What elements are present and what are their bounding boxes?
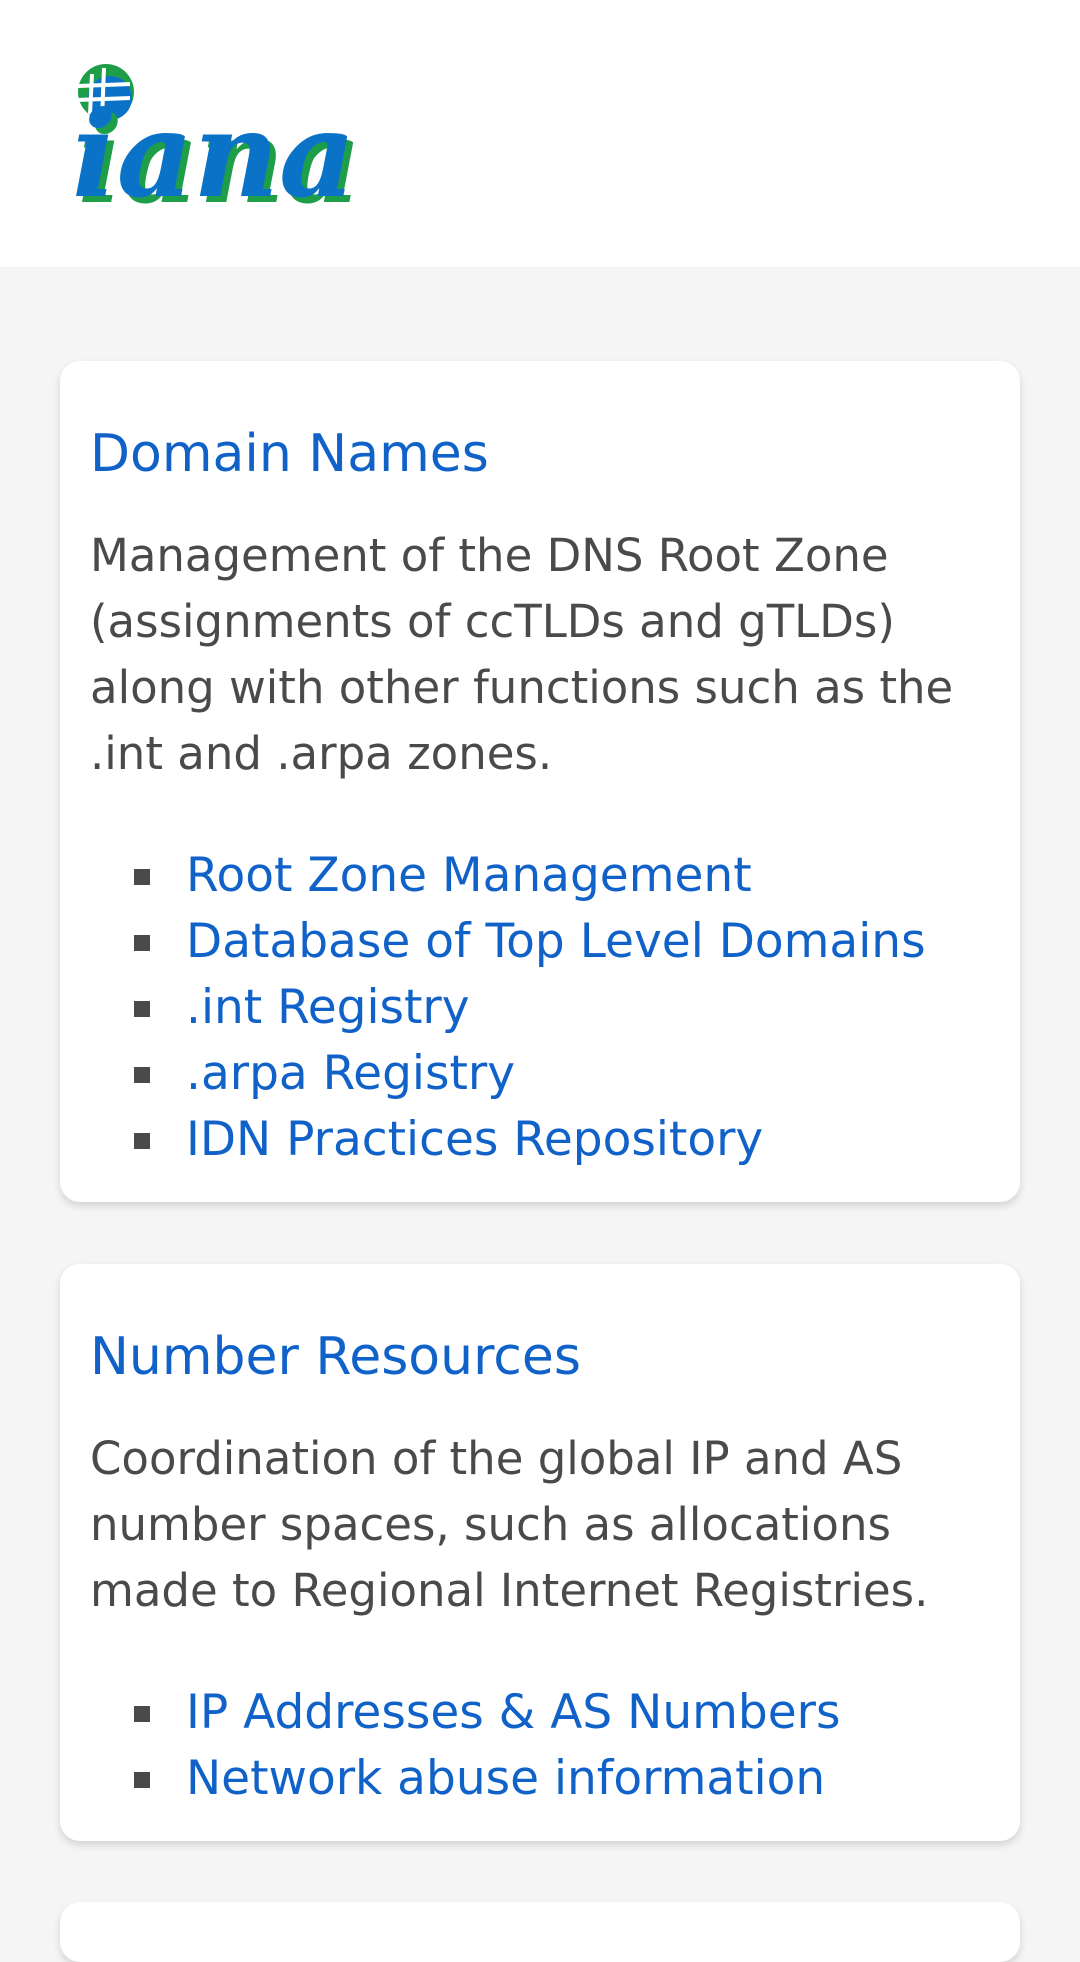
square-bullet-icon	[134, 869, 150, 885]
domain-names-title[interactable]: Domain Names	[90, 423, 489, 485]
square-bullet-icon	[134, 1706, 150, 1722]
iana-logo[interactable]: iana iana	[64, 62, 444, 212]
domain-names-description: Management of the DNS Root Zone (assignm…	[90, 529, 954, 780]
arpa-registry-link[interactable]: .arpa Registry	[186, 1046, 515, 1101]
list-item: .arpa Registry	[90, 1041, 926, 1107]
domain-names-links: Root Zone Management Database of Top Lev…	[90, 843, 926, 1173]
list-item: Network abuse information	[90, 1746, 840, 1812]
int-registry-link[interactable]: .int Registry	[186, 980, 470, 1035]
site-header: iana iana	[0, 0, 1080, 267]
square-bullet-icon	[134, 1772, 150, 1788]
square-bullet-icon	[134, 1001, 150, 1017]
tld-database-link[interactable]: Database of Top Level Domains	[186, 914, 926, 969]
square-bullet-icon	[134, 935, 150, 951]
number-resources-title[interactable]: Number Resources	[90, 1326, 581, 1388]
list-item: Database of Top Level Domains	[90, 909, 926, 975]
list-item: .int Registry	[90, 975, 926, 1041]
root-zone-management-link[interactable]: Root Zone Management	[186, 848, 752, 903]
list-item: IDN Practices Repository	[90, 1107, 926, 1173]
domain-names-card: Domain Names Management of the DNS Root …	[60, 361, 1020, 1202]
logo-wordmark: iana iana	[72, 85, 362, 212]
svg-text:iana: iana	[72, 85, 356, 212]
list-item: Root Zone Management	[90, 843, 926, 909]
number-resources-description: Coordination of the global IP and AS num…	[90, 1432, 929, 1617]
list-item: IP Addresses & AS Numbers	[90, 1680, 840, 1746]
next-section-card	[60, 1902, 1020, 1962]
idn-practices-link[interactable]: IDN Practices Repository	[186, 1112, 763, 1167]
network-abuse-link[interactable]: Network abuse information	[186, 1751, 825, 1806]
number-resources-links: IP Addresses & AS Numbers Network abuse …	[90, 1680, 840, 1812]
square-bullet-icon	[134, 1133, 150, 1149]
square-bullet-icon	[134, 1067, 150, 1083]
number-resources-card: Number Resources Coordination of the glo…	[60, 1264, 1020, 1841]
ip-as-numbers-link[interactable]: IP Addresses & AS Numbers	[186, 1685, 840, 1740]
